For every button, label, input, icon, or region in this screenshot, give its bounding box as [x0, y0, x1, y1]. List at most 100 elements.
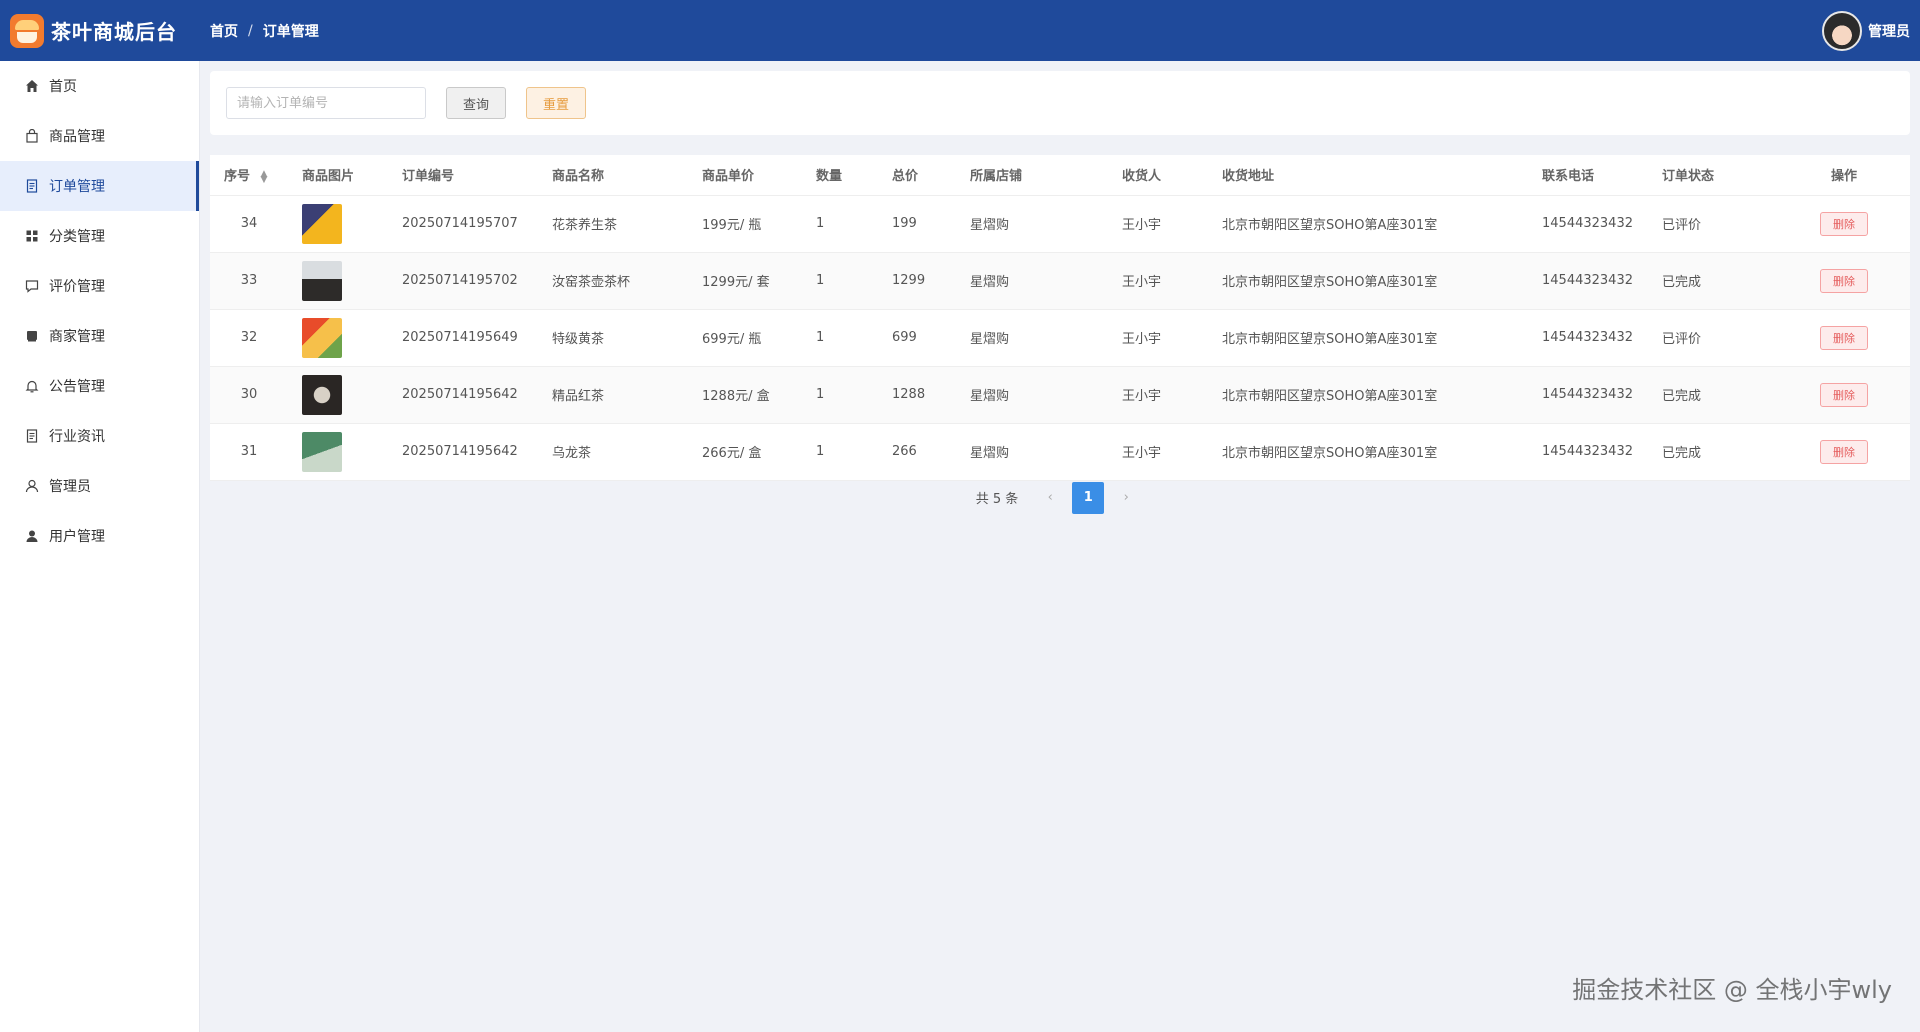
sidebar-item-users[interactable]: 用户管理 [0, 511, 199, 561]
sidebar-item-reviews[interactable]: 评价管理 [0, 261, 199, 311]
product-thumbnail[interactable] [302, 203, 342, 244]
page-number-current[interactable]: 1 [1072, 481, 1105, 514]
row-actions: 删除 [1778, 423, 1910, 481]
next-page-icon[interactable]: › [1114, 490, 1138, 505]
grid-icon [24, 228, 40, 244]
row-image-cell [288, 252, 388, 310]
shop-logo-icon [10, 13, 44, 48]
delete-button[interactable]: 删除 [1820, 325, 1868, 350]
row-total: 199 [878, 195, 956, 253]
column-header-unit-price: 商品单价 [688, 155, 802, 196]
row-shop: 星熠购 [956, 252, 1108, 310]
app-title: 茶叶商城后台 [51, 20, 177, 44]
store-icon [24, 328, 40, 344]
row-shop: 星熠购 [956, 309, 1108, 367]
sort-arrows-icon[interactable]: ▲ ▼ [261, 169, 268, 184]
table-row: 32 20250714195649 特级黄茶 699元/ 瓶 1 699 星熠购… [210, 309, 1910, 367]
prev-page-icon[interactable]: ‹ [1038, 490, 1062, 505]
document-icon [24, 178, 40, 194]
top-header: 茶叶商城后台 首页 / 订单管理 管理员 [0, 0, 1920, 61]
column-header-total: 总价 [878, 155, 956, 196]
sidebar-item-home[interactable]: 首页 [0, 61, 199, 111]
shopping-bag-icon [24, 128, 40, 144]
row-receiver: 王小宇 [1108, 423, 1208, 481]
sidebar-item-products[interactable]: 商品管理 [0, 111, 199, 161]
row-receiver: 王小宇 [1108, 252, 1208, 310]
product-thumbnail[interactable] [302, 431, 342, 472]
row-total: 699 [878, 309, 956, 367]
breadcrumb: 首页 / 订单管理 [210, 21, 319, 41]
row-quantity: 1 [802, 309, 878, 367]
home-icon [24, 78, 40, 94]
row-product-name: 乌龙茶 [538, 423, 688, 481]
order-number-search-input[interactable] [226, 87, 426, 119]
row-product-name: 花茶养生茶 [538, 195, 688, 253]
sidebar-item-categories[interactable]: 分类管理 [0, 211, 199, 261]
query-button[interactable]: 查询 [446, 87, 506, 119]
sidebar-item-merchants[interactable]: 商家管理 [0, 311, 199, 361]
user-menu[interactable]: 管理员 [1822, 0, 1910, 61]
row-address: 北京市朝阳区望京SOHO第A座301室 [1208, 309, 1528, 367]
column-header-status: 订单状态 [1648, 155, 1778, 196]
orders-table: 序号 ▲ ▼ 商品图片 订单编号 商品名称 商品单价 数量 总价 所属店铺 收货人… [210, 155, 1910, 481]
row-phone: 14544323432 [1528, 423, 1648, 481]
avatar[interactable] [1822, 10, 1862, 51]
sidebar-item-news[interactable]: 行业资讯 [0, 411, 199, 461]
watermark: 掘金技术社区 @ 全栈小宇wly [1572, 976, 1892, 1004]
row-id: 33 [210, 252, 288, 310]
row-actions: 删除 [1778, 252, 1910, 310]
app-logo[interactable]: 茶叶商城后台 [0, 13, 200, 48]
sidebar-item-label: 行业资讯 [49, 429, 105, 445]
row-shop: 星熠购 [956, 366, 1108, 424]
row-id: 34 [210, 195, 288, 253]
column-header-receiver: 收货人 [1108, 155, 1208, 196]
row-id: 32 [210, 309, 288, 367]
row-order-no: 20250714195642 [388, 366, 538, 424]
row-order-no: 20250714195707 [388, 195, 538, 253]
row-address: 北京市朝阳区望京SOHO第A座301室 [1208, 423, 1528, 481]
table-row: 33 20250714195702 汝窑茶壶茶杯 1299元/ 套 1 1299… [210, 252, 1910, 310]
column-header-shop: 所属店铺 [956, 155, 1108, 196]
row-actions: 删除 [1778, 366, 1910, 424]
delete-button[interactable]: 删除 [1820, 268, 1868, 293]
bell-icon [24, 378, 40, 394]
delete-button[interactable]: 删除 [1820, 211, 1868, 236]
row-phone: 14544323432 [1528, 366, 1648, 424]
product-thumbnail[interactable] [302, 374, 342, 415]
row-unit-price: 1299元/ 套 [688, 252, 802, 310]
row-phone: 14544323432 [1528, 252, 1648, 310]
product-thumbnail[interactable] [302, 260, 342, 301]
main-content: 查询 重置 序号 ▲▼ 商品图片 订单编号 商品名称 商品单价 [210, 71, 1910, 514]
row-product-name: 特级黄茶 [538, 309, 688, 367]
sidebar-item-label: 公告管理 [49, 379, 105, 395]
table-header-row: 序号 ▲ ▼ 商品图片 订单编号 商品名称 商品单价 数量 总价 所属店铺 收货人… [210, 155, 1910, 196]
reset-button[interactable]: 重置 [526, 87, 586, 119]
breadcrumb-home[interactable]: 首页 [210, 21, 238, 41]
sidebar: 首页 商品管理 订单管理 分类管理 评价管理 商家管理 公告管理 行业资讯 管理… [0, 61, 200, 1032]
document-icon [24, 428, 40, 444]
table-row: 30 20250714195642 精品红茶 1288元/ 盒 1 1288 星… [210, 366, 1910, 424]
row-status: 已评价 [1648, 195, 1778, 253]
search-bar: 查询 重置 [210, 71, 1910, 135]
row-address: 北京市朝阳区望京SOHO第A座301室 [1208, 195, 1528, 253]
row-order-no: 20250714195642 [388, 423, 538, 481]
row-quantity: 1 [802, 366, 878, 424]
row-status: 已完成 [1648, 252, 1778, 310]
row-unit-price: 199元/ 瓶 [688, 195, 802, 253]
user-name[interactable]: 管理员 [1868, 21, 1910, 41]
column-header-id[interactable]: 序号 ▲ ▼ [210, 155, 288, 196]
comment-icon [24, 278, 40, 294]
sidebar-item-orders[interactable]: 订单管理 [0, 161, 199, 211]
row-total: 1299 [878, 252, 956, 310]
row-product-name: 汝窑茶壶茶杯 [538, 252, 688, 310]
row-image-cell [288, 366, 388, 424]
delete-button[interactable]: 删除 [1820, 382, 1868, 407]
delete-button[interactable]: 删除 [1820, 439, 1868, 464]
row-unit-price: 1288元/ 盒 [688, 366, 802, 424]
row-total: 266 [878, 423, 956, 481]
product-thumbnail[interactable] [302, 317, 342, 358]
row-unit-price: 699元/ 瓶 [688, 309, 802, 367]
sidebar-item-admins[interactable]: 管理员 [0, 461, 199, 511]
sidebar-item-notices[interactable]: 公告管理 [0, 361, 199, 411]
row-phone: 14544323432 [1528, 195, 1648, 253]
